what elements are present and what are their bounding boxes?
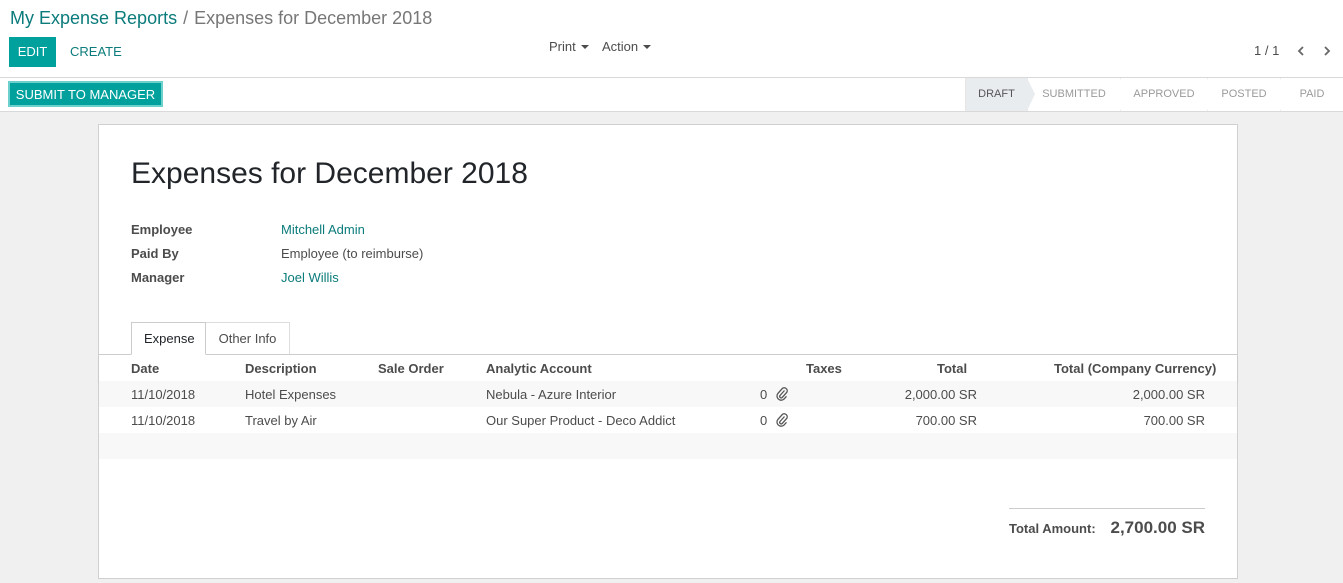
caret-down-icon xyxy=(580,44,589,49)
stage-pipeline: DRAFT SUBMITTED APPROVED POSTED PAID xyxy=(965,78,1343,111)
cell-total-company-currency: 700.00 SR xyxy=(1143,413,1205,428)
paid-by-label: Paid By xyxy=(131,246,179,261)
chevron-left-icon[interactable] xyxy=(1295,42,1307,60)
cell-total: 700.00 SR xyxy=(915,413,977,428)
caret-down-icon xyxy=(643,44,652,49)
breadcrumb-parent-link[interactable]: My Expense Reports xyxy=(10,8,177,28)
table-row[interactable]: 11/10/2018 Travel by Air Our Super Produ… xyxy=(99,407,1237,433)
total-amount-label: Total Amount: xyxy=(1009,521,1096,536)
column-header-taxes[interactable]: Taxes xyxy=(806,361,842,376)
column-header-sale-order[interactable]: Sale Order xyxy=(378,361,444,376)
breadcrumb: My Expense Reports / Expenses for December… xyxy=(10,8,432,29)
stage-approved: APPROVED xyxy=(1120,78,1215,111)
cell-analytic-account: Our Super Product - Deco Addict xyxy=(486,413,676,428)
status-bar: SUBMIT TO MANAGER DRAFT SUBMITTED APPROV… xyxy=(0,78,1343,112)
cell-total: 2,000.00 SR xyxy=(904,387,977,402)
breadcrumb-separator: / xyxy=(183,8,189,28)
paid-by-value: Employee (to reimburse) xyxy=(281,246,424,261)
column-header-total-company-currency[interactable]: Total (Company Currency) xyxy=(1054,361,1216,376)
submit-to-manager-button[interactable]: SUBMIT TO MANAGER xyxy=(8,81,163,107)
employee-label: Employee xyxy=(131,222,193,237)
column-header-description[interactable]: Description xyxy=(245,361,317,376)
tab-other-info[interactable]: Other Info xyxy=(206,322,290,355)
manager-label: Manager xyxy=(131,270,185,285)
pager-value[interactable]: 1 / 1 xyxy=(1254,43,1279,58)
stage-label: POSTED xyxy=(1221,88,1267,100)
table-row[interactable]: 11/10/2018 Hotel Expenses Nebula - Azure… xyxy=(99,381,1237,407)
control-panel: My Expense Reports / Expenses for December… xyxy=(0,0,1343,78)
total-amount-value: 2,700.00 SR xyxy=(1110,518,1205,537)
breadcrumb-current: Expenses for December 2018 xyxy=(194,8,433,28)
stage-label: PAID xyxy=(1299,88,1325,100)
stage-draft: DRAFT xyxy=(965,78,1035,111)
paperclip-icon[interactable] xyxy=(776,387,788,404)
column-header-date[interactable]: Date xyxy=(131,361,159,376)
employee-link[interactable]: Mitchell Admin xyxy=(281,222,365,237)
empty-table-row xyxy=(99,433,1237,459)
stage-paid: PAID xyxy=(1280,78,1343,111)
column-header-analytic-account[interactable]: Analytic Account xyxy=(486,361,592,376)
edit-button[interactable]: EDIT xyxy=(9,37,56,67)
cell-date: 11/10/2018 xyxy=(131,387,196,402)
chevron-right-icon[interactable] xyxy=(1321,42,1333,60)
tab-expense[interactable]: Expense xyxy=(131,322,206,355)
cell-attachment-count: 0 xyxy=(760,387,768,402)
cell-description: Hotel Expenses xyxy=(245,387,337,402)
print-label: Print xyxy=(549,39,576,54)
stage-label: SUBMITTED xyxy=(1042,88,1106,100)
print-dropdown[interactable]: Print xyxy=(549,37,589,57)
paperclip-icon[interactable] xyxy=(776,413,788,430)
cell-attachment-count: 0 xyxy=(760,413,768,428)
action-label: Action xyxy=(602,39,639,54)
create-button[interactable]: CREATE xyxy=(70,37,122,67)
stage-label: APPROVED xyxy=(1133,88,1195,100)
stage-posted: POSTED xyxy=(1207,78,1288,111)
cell-total-company-currency: 2,000.00 SR xyxy=(1132,387,1205,402)
cell-date: 11/10/2018 xyxy=(131,413,196,428)
column-header-total[interactable]: Total xyxy=(937,361,967,376)
stage-submitted: SUBMITTED xyxy=(1027,78,1128,111)
cell-analytic-account: Nebula - Azure Interior xyxy=(486,387,617,402)
cell-description: Travel by Air xyxy=(245,413,317,428)
manager-link[interactable]: Joel Willis xyxy=(281,270,339,285)
stage-label: DRAFT xyxy=(978,88,1015,100)
total-divider xyxy=(1009,508,1205,509)
report-title: Expenses for December 2018 xyxy=(131,157,528,190)
action-dropdown[interactable]: Action xyxy=(602,37,652,57)
form-sheet: Expenses for December 2018 Employee Mitc… xyxy=(98,124,1238,579)
